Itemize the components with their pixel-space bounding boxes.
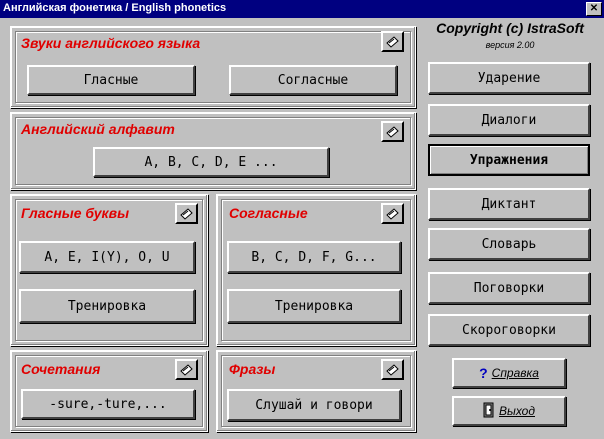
sounds-panel-title: Звуки английского языка xyxy=(21,35,201,51)
exit-button-label: Выход xyxy=(498,404,535,418)
speaker-icon xyxy=(180,208,193,220)
combinations-listen-button[interactable] xyxy=(175,359,198,380)
listen-and-speak-button[interactable]: Слушай и говори xyxy=(227,389,401,421)
combinations-button-label: -sure,-ture,... xyxy=(49,396,167,412)
combinations-button[interactable]: -sure,-ture,... xyxy=(21,389,195,419)
vowel-training-button-label: Тренировка xyxy=(67,298,147,314)
consonants-listen-button[interactable] xyxy=(381,203,404,224)
phrases-panel-title: Фразы xyxy=(229,361,276,377)
consonants-panel-title: Согласные xyxy=(229,205,308,221)
exercises-button[interactable]: Упражнения xyxy=(428,144,590,176)
alphabet-panel: Английский алфавит A, B, C, D, E ... xyxy=(10,112,416,190)
dictionary-button[interactable]: Словарь xyxy=(428,228,590,260)
phrases-listen-button[interactable] xyxy=(381,359,404,380)
speaker-icon xyxy=(386,36,399,48)
alphabet-button-label: A, B, C, D, E ... xyxy=(144,154,278,170)
close-button[interactable]: ✕ xyxy=(586,2,602,16)
sayings-button-label: Поговорки xyxy=(473,280,545,296)
speaker-icon xyxy=(386,126,399,138)
dictionary-button-label: Словарь xyxy=(481,236,537,252)
stress-button[interactable]: Ударение xyxy=(428,62,590,94)
combinations-panel: Сочетания -sure,-ture,... xyxy=(10,350,208,432)
combinations-panel-title: Сочетания xyxy=(21,361,101,377)
exercises-button-label: Упражнения xyxy=(469,152,549,168)
vowel-training-button[interactable]: Тренировка xyxy=(19,289,195,323)
vowel-letters-panel-title: Гласные буквы xyxy=(21,205,130,221)
tongue-twisters-button[interactable]: Скороговорки xyxy=(428,314,590,346)
help-button[interactable]: ? Справка xyxy=(452,358,566,388)
alphabet-listen-button[interactable] xyxy=(381,121,404,142)
speaker-icon xyxy=(180,364,193,376)
vowel-letters-button[interactable]: A, E, I(Y), O, U xyxy=(19,241,195,273)
stress-button-label: Ударение xyxy=(477,70,541,86)
consonant-training-button[interactable]: Тренировка xyxy=(227,289,401,323)
speaker-icon xyxy=(386,364,399,376)
vowels-button[interactable]: Гласные xyxy=(27,65,195,95)
tongue-twisters-button-label: Скороговорки xyxy=(462,322,556,338)
help-button-label: Справка xyxy=(491,366,539,380)
sounds-panel: Звуки английского языка Гласные Согласны… xyxy=(10,26,416,108)
title-bar[interactable]: Английская фонетика / English phonetics … xyxy=(0,0,604,18)
consonant-letters-button-label: B, C, D, F, G... xyxy=(251,249,377,265)
dialogs-button[interactable]: Диалоги xyxy=(428,104,590,136)
vowel-letters-listen-button[interactable] xyxy=(175,203,198,224)
dictation-button-label: Диктант xyxy=(481,196,537,212)
consonants-panel: Согласные B, C, D, F, G... Тренировка xyxy=(216,194,416,346)
window-title: Английская фонетика / English phonetics xyxy=(3,2,227,14)
dialogs-button-label: Диалоги xyxy=(481,112,537,128)
alphabet-button[interactable]: A, B, C, D, E ... xyxy=(93,147,329,177)
sayings-button[interactable]: Поговорки xyxy=(428,272,590,304)
exit-button[interactable]: Выход xyxy=(452,396,566,426)
alphabet-panel-title: Английский алфавит xyxy=(21,121,175,137)
dictation-button[interactable]: Диктант xyxy=(428,188,590,220)
copyright-text: Copyright (c) IstraSoft xyxy=(436,20,584,36)
sounds-listen-button[interactable] xyxy=(381,31,404,52)
help-icon: ? xyxy=(479,365,488,381)
consonant-sounds-button[interactable]: Согласные xyxy=(229,65,397,95)
close-icon: ✕ xyxy=(589,3,599,14)
app-window: Английская фонетика / English phonetics … xyxy=(0,0,604,439)
vowel-letters-button-label: A, E, I(Y), O, U xyxy=(44,249,170,265)
speaker-icon xyxy=(386,208,399,220)
vowel-letters-panel: Гласные буквы A, E, I(Y), O, U Тренировк… xyxy=(10,194,208,346)
door-icon xyxy=(483,402,495,421)
consonant-training-button-label: Тренировка xyxy=(274,298,354,314)
consonant-letters-button[interactable]: B, C, D, F, G... xyxy=(227,241,401,273)
version-text: версия 2.00 xyxy=(485,40,535,50)
vowels-button-label: Гласные xyxy=(83,72,139,88)
phrases-panel: Фразы Слушай и говори xyxy=(216,350,416,432)
listen-and-speak-button-label: Слушай и говори xyxy=(255,397,373,413)
consonant-sounds-button-label: Согласные xyxy=(277,72,349,88)
